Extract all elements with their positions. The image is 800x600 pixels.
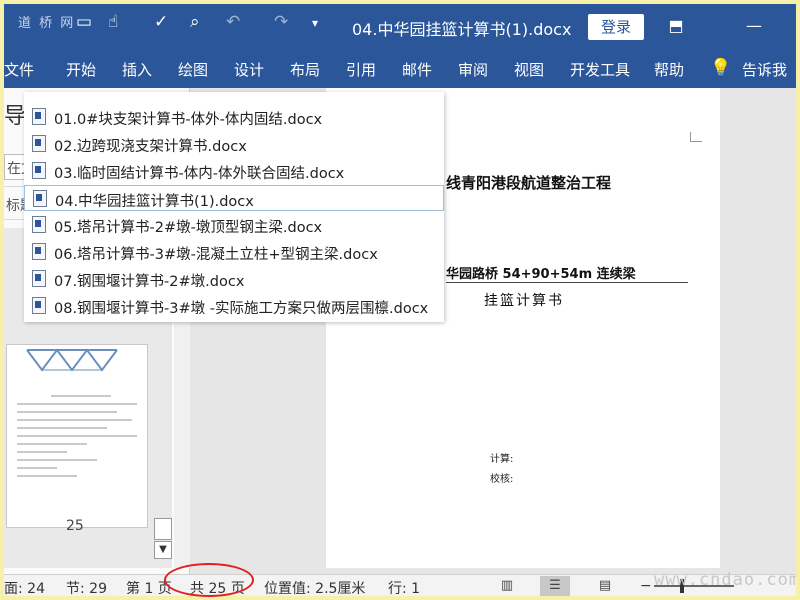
status-section[interactable]: 节: 29 xyxy=(66,578,107,596)
tab-file[interactable]: 文件 xyxy=(4,59,34,80)
recent-file-name: 02.边跨现浇支架计算书.docx xyxy=(54,139,247,155)
zoom-out-icon[interactable]: − xyxy=(640,578,652,594)
word-file-icon xyxy=(33,190,47,207)
recent-file-item[interactable]: 01.0#块支架计算书-体外-体内固结.docx xyxy=(24,104,444,130)
word-file-icon xyxy=(32,108,46,125)
recent-file-name: 07.钢围堰计算书-2#墩.docx xyxy=(54,274,245,290)
login-button[interactable]: 登录 xyxy=(588,14,644,40)
page-thumbnail[interactable] xyxy=(6,344,148,528)
tab-view[interactable]: 视图 xyxy=(514,59,544,80)
scroll-thumb[interactable] xyxy=(154,518,172,540)
status-position[interactable]: 位置值: 2.5厘米 xyxy=(264,578,365,596)
word-file-icon xyxy=(32,216,46,233)
tab-tell-me[interactable]: 告诉我 xyxy=(742,59,787,80)
document-title: 04.中华园挂篮计算书(1).docx xyxy=(352,20,572,39)
highlight-ellipse xyxy=(164,563,254,597)
recent-file-name: 01.0#块支架计算书-体外-体内固结.docx xyxy=(54,112,323,128)
undo-icon[interactable]: ↶ xyxy=(226,12,240,32)
recent-file-item-active[interactable]: 04.中华园挂篮计算书(1).docx xyxy=(24,185,444,211)
title-bar: 道 桥 网 ▭ ☝ ✓ ⌕ ↶ ↷ ▾ 04.中华园挂篮计算书(1).docx … xyxy=(4,4,796,48)
tab-review[interactable]: 审阅 xyxy=(458,59,488,80)
calc-label: 计算: xyxy=(490,454,514,465)
redo-icon[interactable]: ↷ xyxy=(274,12,288,32)
recent-file-name: 04.中华园挂篮计算书(1).docx xyxy=(55,194,254,210)
status-line[interactable]: 行: 1 xyxy=(388,578,420,596)
watermark-bottom-right: www.cndao.com xyxy=(654,570,796,590)
print-layout-icon[interactable]: ☰ xyxy=(540,576,570,596)
status-page-num[interactable]: 面: 24 xyxy=(4,578,45,596)
customize-icon[interactable]: ▾ xyxy=(312,16,318,30)
tab-references[interactable]: 引用 xyxy=(346,59,376,80)
tab-home[interactable]: 开始 xyxy=(66,59,96,80)
scroll-down-icon[interactable]: ▼ xyxy=(154,541,172,559)
tab-draw[interactable]: 绘图 xyxy=(178,59,208,80)
thumbnail-page-number: 25 xyxy=(66,518,84,534)
recent-file-item[interactable]: 06.塔吊计算书-3#墩-混凝土立柱+型钢主梁.docx xyxy=(24,239,444,265)
document-heading: 线青阳港段航道整治工程 xyxy=(446,174,612,192)
recent-file-name: 05.塔吊计算书-2#墩-墩顶型钢主梁.docx xyxy=(54,220,323,236)
recent-file-name: 08.钢围堰计算书-3#墩 -实际施工方案只做两层围檩.docx xyxy=(54,301,429,317)
read-mode-icon[interactable]: ▥ xyxy=(492,576,522,596)
spelling-icon[interactable]: ✓ xyxy=(154,12,168,32)
ribbon-display-icon[interactable]: ⬒ xyxy=(662,14,690,38)
crop-mark xyxy=(690,132,702,142)
watermark-top-left: 道 桥 网 xyxy=(18,16,76,31)
truss-drawing xyxy=(26,348,118,372)
touch-mode-icon[interactable]: ☝ xyxy=(108,12,118,32)
save-icon[interactable]: ▭ xyxy=(76,12,92,32)
recent-file-item[interactable]: 05.塔吊计算书-2#墩-墩顶型钢主梁.docx xyxy=(24,212,444,238)
calc-title: 挂篮计算书 xyxy=(484,293,564,309)
word-window: 道 桥 网 ▭ ☝ ✓ ⌕ ↶ ↷ ▾ 04.中华园挂篮计算书(1).docx … xyxy=(4,4,796,596)
minimize-button[interactable]: — xyxy=(740,14,768,38)
recent-file-item[interactable]: 08.钢围堰计算书-3#墩 -实际施工方案只做两层围檩.docx xyxy=(24,293,444,319)
tab-help[interactable]: 帮助 xyxy=(654,59,684,80)
tab-layout[interactable]: 布局 xyxy=(290,59,320,80)
word-file-icon xyxy=(32,243,46,260)
print-preview-icon[interactable]: ⌕ xyxy=(190,12,200,32)
word-file-icon xyxy=(32,162,46,179)
recent-file-name: 06.塔吊计算书-3#墩-混凝土立柱+型钢主梁.docx xyxy=(54,247,378,263)
ribbon-tabs: 文件 开始 插入 绘图 设计 布局 引用 邮件 审阅 视图 开发工具 帮助 💡 … xyxy=(4,48,796,88)
nav-pane-title: 导 xyxy=(4,104,27,129)
bridge-title: 华园路桥 54+90+54m 连续梁 xyxy=(446,267,636,282)
tab-insert[interactable]: 插入 xyxy=(122,59,152,80)
word-file-icon xyxy=(32,135,46,152)
tab-mailings[interactable]: 邮件 xyxy=(402,59,432,80)
heading-rule xyxy=(446,282,688,283)
recent-file-item[interactable]: 03.临时固结计算书-体内-体外联合固结.docx xyxy=(24,158,444,184)
recent-files-dropdown: 01.0#块支架计算书-体外-体内固结.docx 02.边跨现浇支架计算书.do… xyxy=(24,92,444,322)
tab-developer[interactable]: 开发工具 xyxy=(570,59,630,80)
recent-file-item[interactable]: 07.钢围堰计算书-2#墩.docx xyxy=(24,266,444,292)
recent-file-item[interactable]: 02.边跨现浇支架计算书.docx xyxy=(24,131,444,157)
tab-design[interactable]: 设计 xyxy=(234,59,264,80)
check-label: 校核: xyxy=(490,474,514,485)
web-layout-icon[interactable]: ▤ xyxy=(590,576,620,596)
word-file-icon xyxy=(32,270,46,287)
word-file-icon xyxy=(32,297,46,314)
recent-file-name: 03.临时固结计算书-体内-体外联合固结.docx xyxy=(54,166,345,182)
lightbulb-icon: 💡 xyxy=(710,58,732,78)
